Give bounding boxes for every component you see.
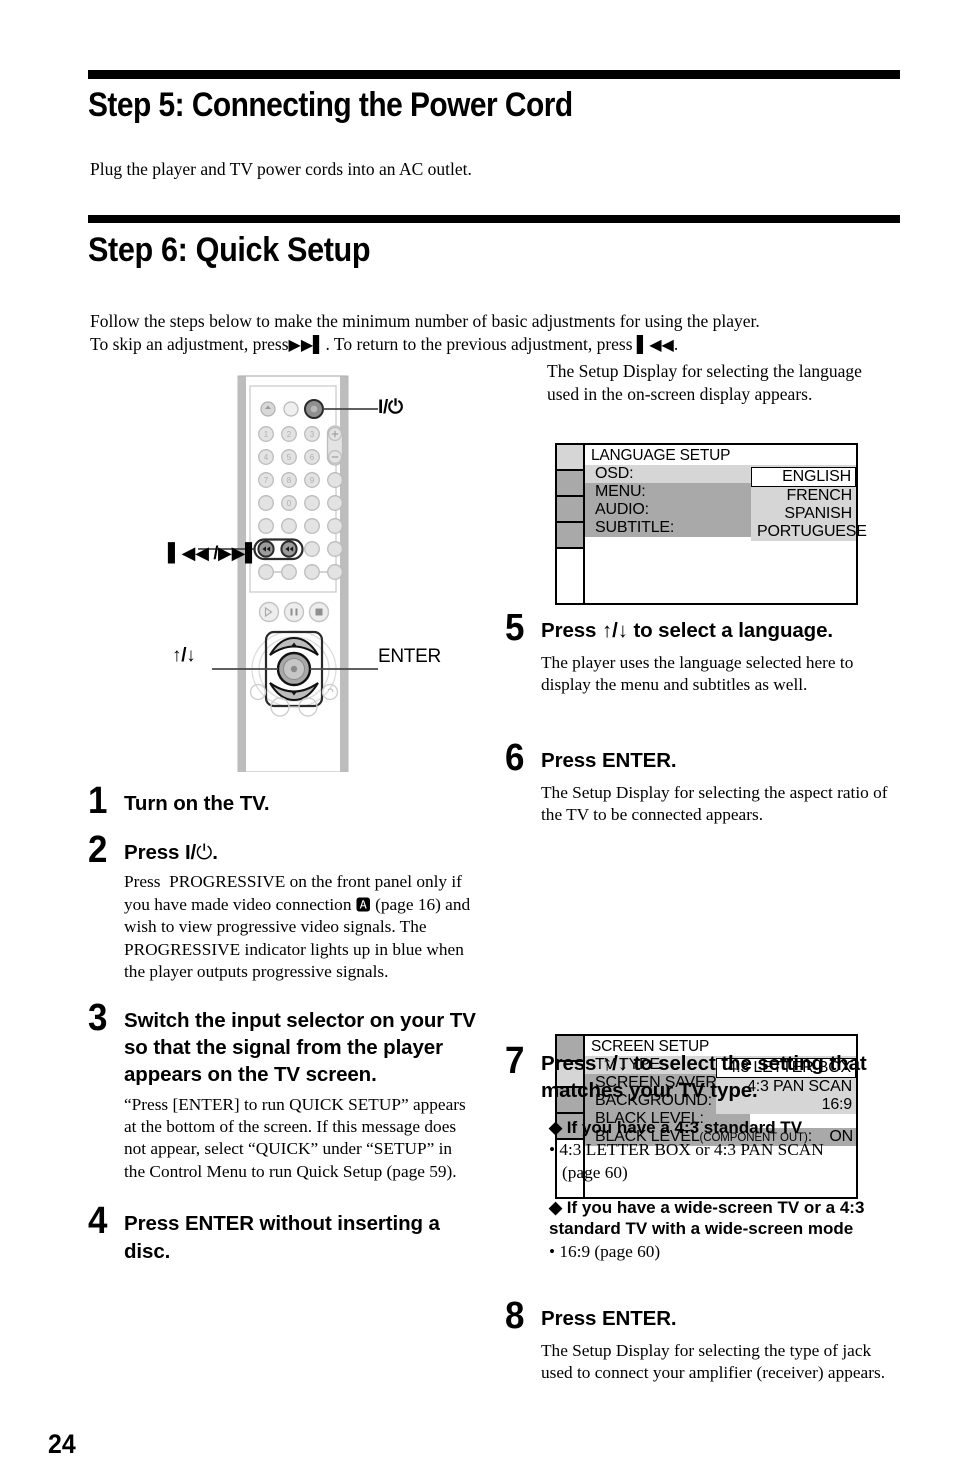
remote-volume-rocker — [326, 425, 344, 466]
step6-intro-line1: Follow the steps below to make the minim… — [90, 311, 760, 331]
osd-language-title: LANGUAGE SETUP — [591, 447, 731, 464]
step-8-body: The Setup Display for selecting the type… — [541, 1340, 886, 1383]
step-5-title: Press ↑/↓ to select a language. — [541, 619, 833, 642]
step6-rule — [88, 215, 900, 223]
step-7: 7 Press ↑/↓ to select the setting that m… — [505, 1040, 905, 1263]
step-7-bullet-2: • 16:9 (page 60) — [549, 1242, 661, 1261]
step-7-diamond-2-line1: ◆ If you have a wide-screen TV or a 4:3 — [549, 1197, 865, 1217]
step-8-title: Press ENTER. — [541, 1307, 677, 1330]
step-7-number: 7 — [505, 1040, 525, 1082]
manual-page: Step 5: Connecting the Power Cord Plug t… — [0, 0, 954, 1483]
osd-language-main: LANGUAGE SETUP OSD: ENGLISH MENU: AUDIO:… — [585, 445, 867, 603]
osd-row-subtitle-label: SUBTITLE: — [595, 519, 675, 537]
step-6-number: 6 — [505, 737, 525, 779]
step-4-number: 4 — [88, 1200, 108, 1243]
osd-language-tabs — [557, 445, 585, 603]
step-1-number: 1 — [88, 780, 108, 822]
step-5: 5 Press ↑/↓ to select a language. The pl… — [505, 607, 905, 697]
svg-text:3: 3 — [310, 430, 315, 439]
step-2-body: Press PROGRESSIVE on the front panel onl… — [124, 872, 471, 982]
osd-row-menu-label: MENU: — [595, 483, 646, 501]
step-2-number: 2 — [88, 828, 108, 871]
step-1: 1 Turn on the TV. — [88, 780, 488, 822]
remote-top-buttons — [260, 399, 324, 419]
step-7-title: Press ↑/↓ to select the setting that mat… — [541, 1052, 867, 1103]
intro-line2-part-c: . — [673, 334, 679, 355]
step-8-number: 8 — [505, 1295, 525, 1337]
step-1-title: Turn on the TV. — [124, 792, 270, 815]
svg-text:7: 7 — [264, 476, 269, 485]
left-steps-column: 1 Turn on the TV. 2 Press I/⏻. Press PRO… — [88, 780, 488, 1265]
step-7-bullet-1a: • 4:3 LETTER BOX or 4:3 PAN SCAN — [549, 1140, 824, 1160]
svg-text:8: 8 — [287, 476, 292, 485]
step5-section: Step 5: Connecting the Power Cord — [88, 70, 900, 125]
osd-language-popup[interactable]: ENGLISH FRENCH SPANISH PORTUGUESE — [751, 467, 867, 542]
step6-intro-line2: To skip an adjustment, press▶▶▌. To retu… — [90, 333, 902, 356]
step5-rule — [88, 70, 900, 79]
svg-text:6: 6 — [310, 453, 315, 462]
remote-control-illustration: 1 2 3 4 5 6 7 8 9 0 — [150, 372, 470, 773]
osd-option-english[interactable]: ENGLISH — [751, 467, 856, 488]
step-7-diamond-1: ◆ If you have a 4:3 standard TV — [549, 1117, 803, 1137]
osd-tab-audio[interactable] — [557, 523, 583, 549]
prev-track-icon: ▌◀◀ — [636, 335, 674, 355]
step-4: 4 Press ENTER without inserting a disc. — [88, 1200, 488, 1265]
osd-option-spanish[interactable]: SPANISH — [751, 505, 856, 523]
step-7-bullet-1b: (page 60) — [562, 1163, 628, 1183]
step-5-body: The player uses the language selected he… — [541, 652, 854, 695]
step-3: 3 Switch the input selector on your TV s… — [88, 996, 488, 1184]
osd-row-audio-label: AUDIO: — [595, 501, 649, 519]
step-6-body: The Setup Display for selecting the aspe… — [541, 782, 888, 825]
osd-tab-custom[interactable] — [557, 497, 583, 523]
step5-paragraph: Plug the player and TV power cords into … — [90, 159, 472, 179]
svg-text:0: 0 — [287, 499, 292, 508]
osd-option-french[interactable]: FRENCH — [751, 487, 856, 505]
remote-transport-row — [258, 601, 330, 623]
osd-row-osd-label: OSD: — [595, 465, 634, 482]
step-4-title: Press ENTER without inserting a disc. — [124, 1212, 440, 1263]
step6-heading: Step 6: Quick Setup — [88, 231, 371, 269]
osd-tab-empty — [557, 549, 583, 603]
step-2-title: Press I/⏻. — [124, 839, 218, 864]
page-number: 24 — [48, 1429, 76, 1459]
svg-text:5: 5 — [287, 453, 292, 462]
connection-c-icon: 🅰 — [355, 895, 371, 914]
intro-line2-part-a: To skip an adjustment, press — [90, 334, 289, 355]
next-track-icon: ▶▶▌ — [288, 335, 326, 355]
step-3-body: “Press [ENTER] to run QUICK SETUP” appea… — [124, 1094, 466, 1181]
step-7-diamond-2: ◆ If you have a wide-screen TV or a 4:3 … — [549, 1197, 909, 1241]
intro-line2-part-b: . To return to the previous adjustment, … — [325, 334, 633, 355]
step-2: 2 Press I/⏻. Press PROGRESSIVE on the fr… — [88, 828, 488, 984]
step-3-number: 3 — [88, 996, 108, 1039]
callout-power-label: I/⏻ — [378, 396, 403, 418]
step-8: 8 Press ENTER. The Setup Display for sel… — [505, 1295, 905, 1385]
callout-up-down-label: ↑/↓ — [172, 645, 196, 666]
osd-language-setup: LANGUAGE SETUP OSD: ENGLISH MENU: AUDIO:… — [555, 443, 867, 605]
step-6-title: Press ENTER. — [541, 749, 677, 772]
callout-prev-next-label: ▌◀◀ /▶▶▌ — [168, 543, 259, 564]
osd-tab-language[interactable] — [557, 445, 583, 471]
svg-text:1: 1 — [264, 430, 269, 439]
right-intro-paragraph: The Setup Display for selecting the lang… — [547, 361, 862, 405]
step6-intro: Follow the steps below to make the minim… — [90, 310, 902, 356]
callout-enter-label: ENTER — [378, 646, 441, 667]
svg-text:4: 4 — [264, 453, 269, 462]
step-5-number: 5 — [505, 607, 525, 649]
step-6: 6 Press ENTER. The Setup Display for sel… — [505, 737, 905, 827]
step5-heading: Step 5: Connecting the Power Cord — [88, 86, 573, 124]
step-7-diamond-2-line2: standard TV with a wide-screen mode — [549, 1219, 854, 1239]
step6-section: Step 6: Quick Setup — [88, 215, 900, 270]
step-3-title: Switch the input selector on your TV so … — [124, 1008, 476, 1087]
osd-tab-screen[interactable] — [557, 471, 583, 497]
osd-option-portuguese[interactable]: PORTUGUESE — [751, 523, 867, 541]
svg-text:9: 9 — [310, 476, 315, 485]
remote-svg: 1 2 3 4 5 6 7 8 9 0 — [198, 375, 378, 773]
svg-text:2: 2 — [287, 430, 292, 439]
